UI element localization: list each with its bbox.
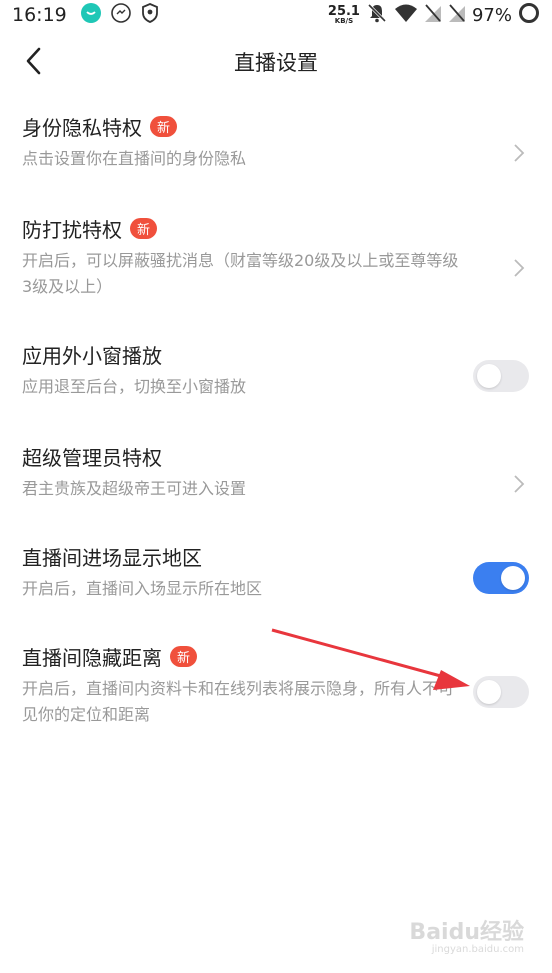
no-sim-icon [424, 3, 442, 28]
toggle-knob [477, 364, 501, 388]
network-speed: 25.1 KB/S [327, 4, 360, 25]
watermark-brand: Baidu经验 [409, 920, 524, 945]
setting-description: 开启后，直播间入场显示所在地区 [22, 579, 263, 598]
chevron-right-icon [514, 144, 525, 162]
chevron-right-icon [514, 475, 525, 493]
setting-floating-window: 应用外小窗播放 应用退至后台，切换至小窗播放 [0, 334, 552, 436]
setting-description: 开启后，直播间内资料卡和在线列表将展示隐身，所有人不可见你的定位和距离 [22, 679, 455, 724]
setting-title: 身份隐私特权 [22, 115, 142, 140]
no-sim-icon-2 [448, 3, 466, 28]
watermark-url: jingyan.baidu.com [431, 944, 524, 955]
setting-description: 点击设置你在直播间的身份隐私 [22, 149, 247, 168]
setting-identity-privacy[interactable]: 身份隐私特权 新 点击设置你在直播间的身份隐私 [0, 106, 552, 208]
new-badge: 新 [150, 115, 177, 137]
status-bar: 16:19 25.1 KB/S 97% [0, 0, 552, 30]
show-region-toggle[interactable] [473, 562, 529, 594]
wifi-icon [394, 3, 418, 28]
toggle-knob [477, 680, 501, 704]
hide-distance-toggle[interactable] [473, 676, 529, 708]
page-title: 直播设置 [234, 51, 318, 75]
setting-super-admin[interactable]: 超级管理员特权 君主贵族及超级帝王可进入设置 [0, 436, 552, 536]
new-badge: 新 [170, 645, 197, 667]
setting-title: 超级管理员特权 [22, 445, 162, 470]
setting-anti-disturb[interactable]: 防打扰特权 新 开启后，可以屏蔽骚扰消息（财富等级20级及以上或至尊等级3级及以… [0, 208, 552, 334]
battery-percent: 97% [471, 4, 512, 26]
setting-description: 开启后，可以屏蔽骚扰消息（财富等级20级及以上或至尊等级3级及以上） [22, 251, 459, 296]
floating-window-toggle[interactable] [473, 360, 529, 392]
chevron-right-icon [514, 259, 525, 277]
new-badge: 新 [130, 217, 157, 239]
setting-title: 直播间隐藏距离 [22, 645, 162, 670]
setting-title: 应用外小窗播放 [22, 343, 162, 368]
setting-show-region: 直播间进场显示地区 开启后，直播间入场显示所在地区 [0, 536, 552, 636]
settings-list: 身份隐私特权 新 点击设置你在直播间的身份隐私 防打扰特权 新 开启后，可以屏蔽… [0, 106, 552, 762]
setting-hide-distance: 直播间隐藏距离 新 开启后，直播间内资料卡和在线列表将展示隐身，所有人不可见你的… [0, 636, 552, 762]
app-notification-icon [80, 2, 101, 28]
status-time: 16:19 [12, 4, 67, 26]
mute-bell-icon [366, 2, 388, 29]
ifly-notification-icon [110, 2, 131, 28]
toggle-knob [501, 566, 525, 590]
nav-bar: 直播设置 [0, 38, 552, 84]
setting-description: 应用退至后台，切换至小窗播放 [22, 377, 247, 396]
shield-notification-icon [141, 2, 159, 28]
setting-description: 君主贵族及超级帝王可进入设置 [22, 479, 247, 498]
setting-title: 直播间进场显示地区 [22, 545, 202, 570]
baidu-watermark: Baidu经验 jingyan.baidu.com [409, 914, 524, 955]
battery-ring-icon [518, 2, 540, 29]
setting-title: 防打扰特权 [22, 217, 122, 242]
